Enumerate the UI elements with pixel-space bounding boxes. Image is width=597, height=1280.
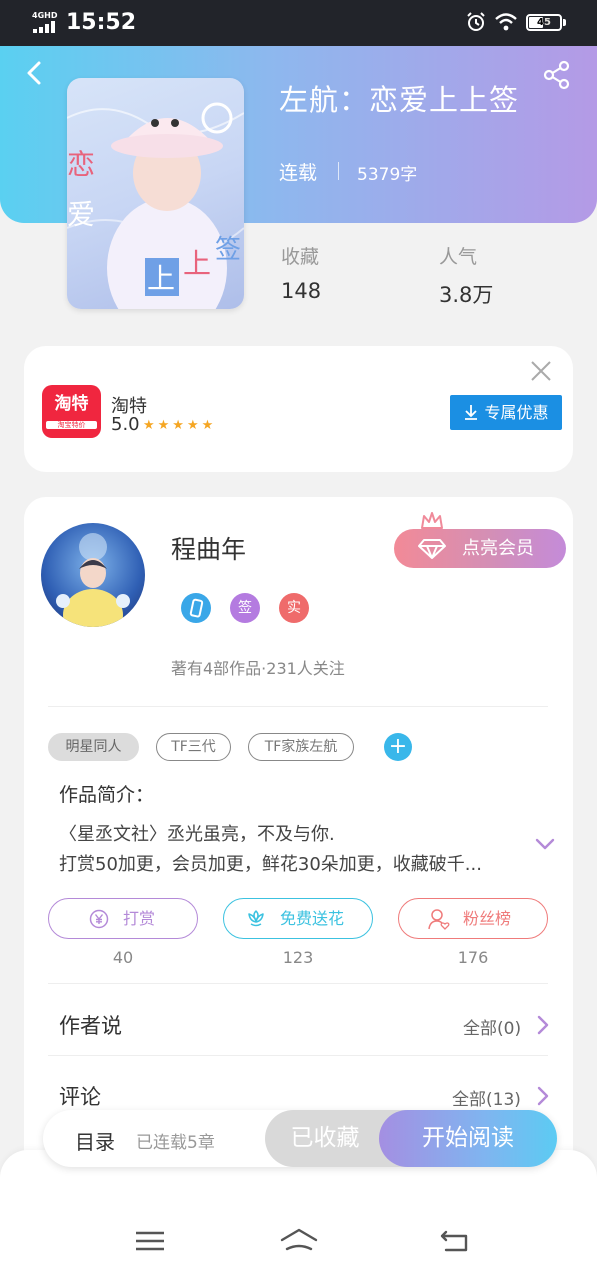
cover-char: 签: [215, 235, 241, 265]
ad-rating: 5.0: [111, 414, 140, 435]
verified-badge-icon: 实: [279, 593, 309, 623]
comments-all-link[interactable]: 全部(13): [452, 1085, 521, 1110]
popularity-label: 人气: [439, 246, 478, 268]
phone-badge-icon: [181, 593, 211, 623]
popularity-value: 3.8万: [439, 283, 494, 307]
author-name[interactable]: 程曲年: [171, 530, 246, 566]
chevron-right-icon[interactable]: [535, 1085, 551, 1107]
author-says-all-link[interactable]: 全部(0): [463, 1014, 521, 1039]
cover-char: 爱: [67, 198, 95, 231]
close-icon[interactable]: [528, 358, 554, 384]
sign-badge-icon: 签: [230, 593, 260, 623]
cover-char: 上: [147, 262, 175, 295]
back-arrow-icon[interactable]: [20, 58, 50, 88]
tag-star-fanfic[interactable]: 明星同人: [48, 733, 139, 761]
favorites-value: 148: [281, 279, 322, 303]
avatar-image: [56, 533, 130, 627]
fans-count: 176: [457, 948, 489, 967]
vip-button-label: 点亮会员: [462, 538, 534, 559]
ad-cta-label: 专属优惠: [484, 403, 549, 422]
divider: [48, 706, 548, 707]
diamond-icon: [418, 539, 446, 559]
wifi-icon: [495, 13, 517, 31]
battery-icon: 45: [526, 14, 562, 31]
start-reading-button[interactable]: 开始阅读: [379, 1110, 557, 1167]
tip-label: 打赏: [123, 909, 156, 928]
share-icon[interactable]: [542, 60, 572, 90]
send-flower-label: 免费送花: [280, 909, 345, 928]
vip-button[interactable]: 点亮会员: [394, 529, 566, 568]
download-icon: [465, 405, 478, 420]
author-meta: 著有4部作品·231人关注: [171, 659, 345, 678]
signal-icon: [33, 21, 59, 33]
flower-icon: [248, 910, 264, 927]
chapters-count: 已连载5章: [136, 1133, 215, 1153]
tag-tf-zuohang[interactable]: TF家族左航: [248, 733, 354, 761]
tip-count: 40: [112, 948, 134, 967]
back-icon[interactable]: [434, 1226, 474, 1256]
taote-app-icon[interactable]: 淘特 淘宝特价: [42, 385, 101, 438]
word-count: 5379字: [357, 165, 418, 185]
tip-button[interactable]: 打赏: [48, 898, 198, 939]
cover-illustration: 恋 爱 上 上 签: [67, 102, 244, 309]
network-type: 4GHD: [32, 11, 58, 20]
home-icon[interactable]: [279, 1226, 319, 1256]
serial-status: 连载: [279, 162, 318, 184]
chevron-down-icon[interactable]: [533, 833, 557, 855]
divider: [48, 1055, 548, 1056]
flower-count: 123: [282, 948, 314, 967]
ad-logo-subtext: 淘宝特价: [46, 421, 97, 429]
yen-icon: [89, 909, 109, 929]
fans-icon: [428, 909, 450, 930]
book-title: 左航：恋爱上上签: [279, 83, 520, 117]
toc-button[interactable]: 目录: [75, 1126, 115, 1155]
status-bar: 4GHD 15:52 45: [0, 0, 597, 46]
bottom-panel: [0, 1150, 597, 1280]
comments-title: 评论: [59, 1085, 101, 1109]
alarm-icon: [467, 12, 485, 31]
author-says-title: 作者说: [59, 1014, 122, 1038]
phone-icon: [189, 598, 204, 618]
ad-download-button[interactable]: 专属优惠: [450, 395, 562, 430]
battery-level: 45: [537, 17, 551, 28]
favorites-label: 收藏: [281, 246, 320, 268]
chevron-right-icon[interactable]: [535, 1014, 551, 1036]
menu-icon[interactable]: [130, 1226, 170, 1256]
intro-line: 〈星丞文社〉丞光虽亮，不及与你.: [59, 824, 335, 845]
intro-title: 作品简介：: [59, 784, 155, 806]
divider: [48, 983, 548, 984]
separator: [338, 162, 339, 180]
fans-ranking-label: 粉丝榜: [463, 909, 512, 928]
cover-char: 恋: [67, 148, 95, 181]
clock-time: 15:52: [66, 10, 137, 35]
send-flower-button[interactable]: 免费送花: [223, 898, 373, 939]
avatar[interactable]: [41, 523, 145, 627]
battery-cap: [563, 19, 566, 26]
fans-ranking-button[interactable]: 粉丝榜: [398, 898, 548, 939]
tag-tf3[interactable]: TF三代: [156, 733, 231, 761]
star-rating-icon: ★★★★★: [143, 418, 217, 433]
ad-logo-text: 淘特: [54, 394, 89, 414]
cover-char: 上: [183, 247, 211, 280]
book-cover[interactable]: 恋 爱 上 上 签: [67, 78, 244, 309]
add-tag-button[interactable]: +: [384, 733, 412, 761]
intro-line: 打赏50加更，会员加更，鲜花30朵加更，收藏破千...: [59, 854, 482, 875]
